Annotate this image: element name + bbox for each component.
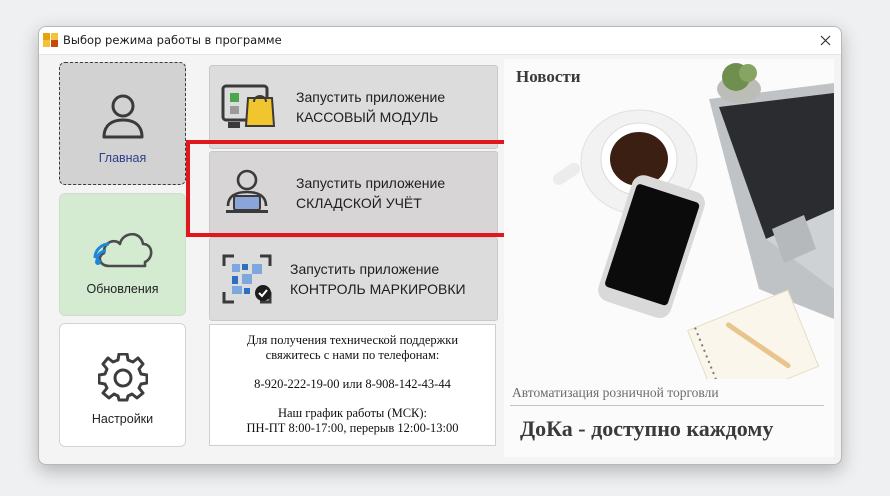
support-info: Для получения технической поддержки свяж… (209, 324, 496, 446)
warehouse-line2: СКЛАДСКОЙ УЧЁТ (296, 195, 422, 211)
title-bar: Выбор режима работы в программе (39, 27, 841, 55)
news-illustration (504, 59, 834, 379)
news-slogan: ДоКа - доступно каждому (520, 416, 774, 441)
marking-line1: Запустить приложение (290, 261, 440, 277)
cash-register-icon (221, 84, 276, 128)
launch-cashier-button[interactable]: Запустить приложение КАССОВЫЙ МОДУЛЬ (209, 65, 498, 149)
launch-warehouse-button[interactable]: Запустить приложение СКЛАДСКОЙ УЧЁТ (209, 151, 498, 235)
news-divider (510, 405, 824, 406)
news-tagline: Автоматизация розничной торговли (512, 385, 719, 400)
nav-home-button[interactable]: Главная (59, 62, 186, 185)
qr-scan-icon (222, 254, 272, 304)
user-icon (102, 94, 143, 139)
app-window: Выбор режима работы в программе Главная (38, 26, 842, 465)
cloud-sync-icon (93, 232, 152, 268)
support-line1: Для получения технической поддержки (246, 333, 459, 347)
marking-line2: КОНТРОЛЬ МАРКИРОВКИ (290, 281, 466, 297)
launch-marking-button[interactable]: Запустить приложение КОНТРОЛЬ МАРКИРОВКИ (209, 237, 498, 321)
cashier-line2: КАССОВЫЙ МОДУЛЬ (296, 109, 439, 125)
nav-home-label: Главная (98, 151, 147, 165)
gear-icon (97, 353, 148, 402)
app-logo-icon (43, 33, 58, 47)
warehouse-line1: Запустить приложение (296, 175, 446, 191)
news-panel: Новости Автоматизация розничной торговли… (504, 59, 834, 457)
close-icon (820, 35, 830, 46)
schedule-title: Наш график работы (МСК): (277, 406, 428, 420)
cashier-line1: Запустить приложение (296, 89, 446, 105)
user-laptop-icon (226, 169, 268, 213)
support-phones: 8-920-222-19-00 или 8-908-142-43-44 (254, 377, 451, 391)
schedule-text: ПН-ПТ 8:00-17:00, перерыв 12:00-13:00 (246, 421, 459, 435)
news-title: Новости (516, 67, 581, 86)
nav-updates-label: Обновления (86, 282, 159, 296)
nav-updates-button[interactable]: Обновления (59, 193, 186, 316)
nav-settings-button[interactable]: Настройки (59, 323, 186, 447)
close-button[interactable] (809, 27, 841, 54)
nav-settings-label: Настройки (91, 412, 154, 426)
support-line2: свяжитесь с нами по телефонам: (265, 348, 440, 362)
window-title: Выбор режима работы в программе (63, 33, 282, 47)
